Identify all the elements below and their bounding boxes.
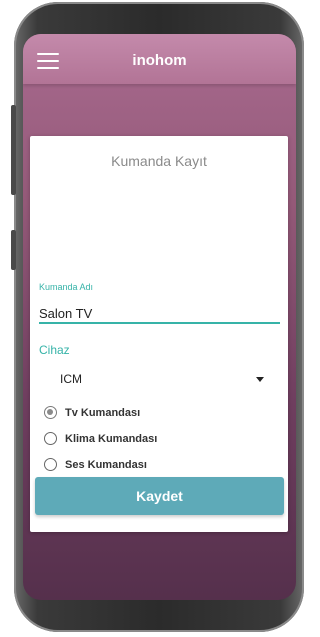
radio-unchecked-icon[interactable] [44, 432, 57, 445]
remote-name-input[interactable] [39, 304, 280, 324]
radio-label: Ses Kumandası [65, 458, 147, 471]
radio-label: Tv Kumandası [65, 406, 141, 419]
radio-tv-remote[interactable]: Tv Kumandası [44, 404, 140, 421]
radio-ac-remote[interactable]: Klima Kumandası [44, 430, 157, 447]
phone-side-button [11, 230, 16, 270]
device-label: Cihaz [39, 343, 70, 357]
radio-sound-remote[interactable]: Ses Kumandası [44, 456, 147, 473]
radio-checked-icon[interactable] [44, 406, 57, 419]
dropdown-arrow-icon[interactable] [256, 377, 264, 382]
form-heading: Kumanda Kayıt [111, 153, 207, 169]
app-title: inohom [132, 52, 187, 69]
app-screen: inohom Kumanda Kayıt Kumanda Adı Cihaz I… [23, 34, 296, 600]
radio-label: Klima Kumandası [65, 432, 158, 445]
device-select[interactable]: ICM [60, 372, 82, 386]
app-bar: inohom [23, 34, 296, 84]
radio-unchecked-icon[interactable] [44, 458, 57, 471]
remote-form-card: Kumanda Kayıt Kumanda Adı Cihaz ICM Tv K… [30, 136, 288, 532]
remote-name-label: Kumanda Adı [39, 282, 94, 292]
phone-side-button [11, 105, 16, 195]
save-button[interactable]: Kaydet [35, 477, 284, 515]
